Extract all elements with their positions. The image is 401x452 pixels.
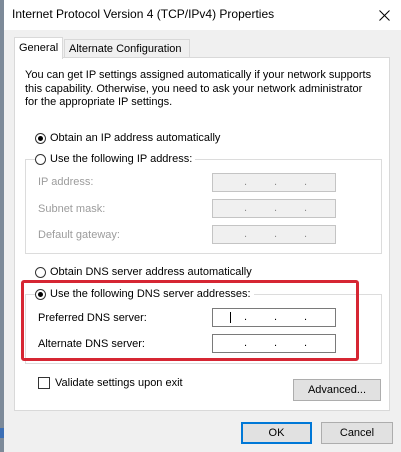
validate-settings-checkbox[interactable] (38, 377, 50, 389)
subnet-mask-label: Subnet mask: (38, 203, 106, 215)
title-bar: Internet Protocol Version 4 (TCP/IPv4) P… (4, 0, 401, 30)
use-following-ip-option[interactable]: Use the following IP address: (35, 153, 196, 165)
ok-button[interactable]: OK (241, 422, 312, 444)
validate-settings-label: Validate settings upon exit (55, 377, 183, 389)
obtain-dns-auto-option[interactable]: Obtain DNS server address automatically (35, 266, 252, 278)
use-following-ip-label: Use the following IP address: (50, 153, 193, 165)
subnet-mask-input[interactable]: ... (212, 199, 336, 218)
close-icon (378, 9, 390, 21)
window-title: Internet Protocol Version 4 (TCP/IPv4) P… (12, 7, 275, 21)
obtain-ip-auto-label: Obtain an IP address automatically (50, 132, 221, 144)
obtain-ip-auto-radio[interactable] (35, 132, 46, 144)
obtain-dns-auto-label: Obtain DNS server address automatically (50, 266, 252, 278)
description-text: You can get IP settings assigned automat… (25, 69, 372, 108)
tab-general[interactable]: General (14, 37, 63, 59)
advanced-button[interactable]: Advanced... (293, 379, 381, 401)
obtain-ip-auto-option[interactable]: Obtain an IP address automatically (35, 132, 220, 144)
close-button[interactable] (367, 0, 401, 30)
properties-dialog: Internet Protocol Version 4 (TCP/IPv4) P… (4, 0, 401, 452)
ip-address-input[interactable]: ... (212, 173, 336, 192)
tab-alternate-configuration[interactable]: Alternate Configuration (64, 39, 190, 58)
use-following-ip-radio[interactable] (35, 153, 46, 165)
default-gateway-label: Default gateway: (38, 229, 120, 241)
cancel-button[interactable]: Cancel (321, 422, 393, 444)
validate-settings-option[interactable]: Validate settings upon exit (38, 377, 183, 389)
red-highlight-annotation (21, 280, 359, 361)
ip-address-label: IP address: (38, 176, 94, 188)
obtain-dns-auto-radio[interactable] (35, 266, 46, 278)
default-gateway-input[interactable]: ... (212, 225, 336, 244)
